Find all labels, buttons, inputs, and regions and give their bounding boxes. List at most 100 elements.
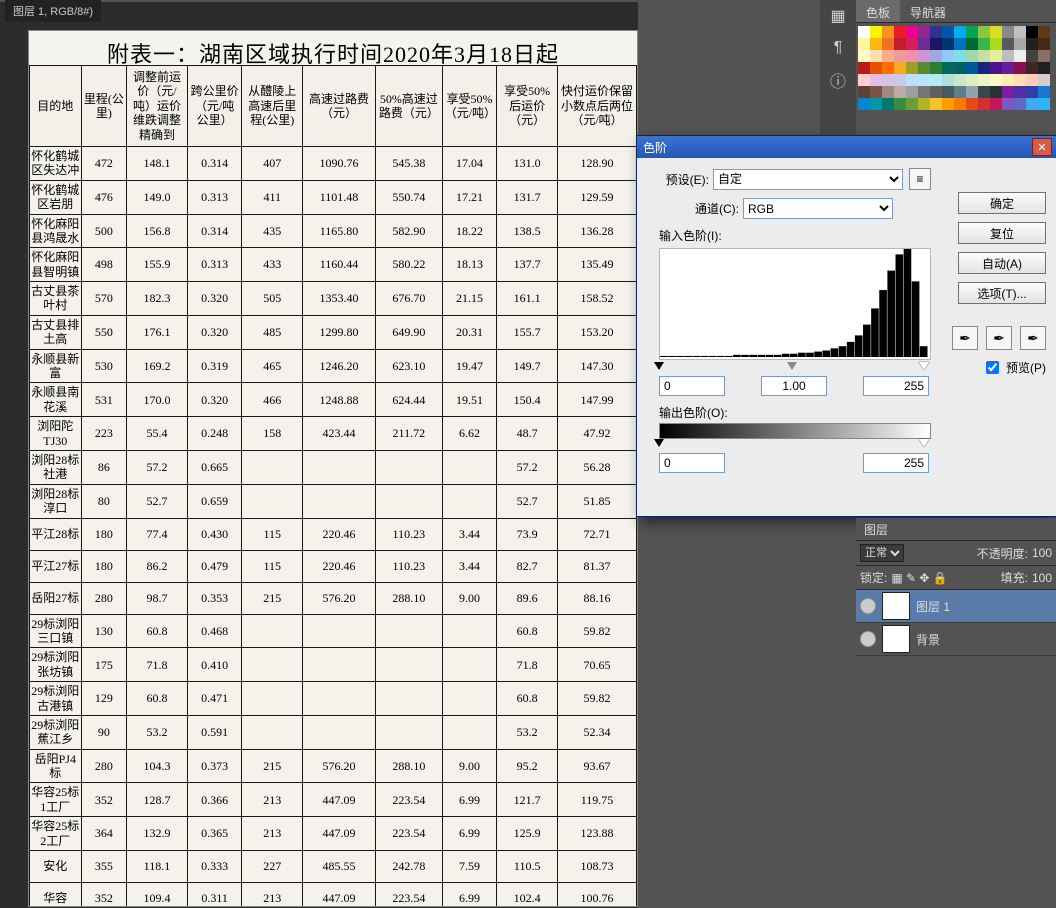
swatch[interactable] [1002,26,1014,38]
swatch[interactable] [918,38,930,50]
blend-mode-select[interactable]: 正常 [860,544,904,562]
swatch[interactable] [966,98,978,110]
fill-value[interactable]: 100 [1032,571,1052,585]
swatch[interactable] [1038,86,1050,98]
output-black-field[interactable] [659,453,725,473]
swatch[interactable] [918,98,930,110]
swatch[interactable] [882,50,894,62]
swatch[interactable] [954,26,966,38]
swatch[interactable] [990,74,1002,86]
swatch[interactable] [918,86,930,98]
black-point-handle[interactable] [654,362,664,370]
swatch[interactable] [1038,38,1050,50]
swatch[interactable] [1014,62,1026,74]
swatch[interactable] [978,38,990,50]
swatch[interactable] [942,38,954,50]
swatch[interactable] [1038,62,1050,74]
swatch[interactable] [1014,50,1026,62]
reset-button[interactable]: 复位 [958,222,1046,244]
visibility-icon[interactable] [860,598,876,614]
swatch[interactable] [978,62,990,74]
eyedropper-black-icon[interactable]: ✒ [952,326,978,350]
swatch[interactable] [918,74,930,86]
layers-tab[interactable]: 图层 [856,517,896,542]
swatch[interactable] [858,86,870,98]
layer-row[interactable]: 图层 1 [856,590,1056,623]
swatch[interactable] [1038,74,1050,86]
swatch[interactable] [1026,50,1038,62]
close-icon[interactable]: ✕ [1032,138,1052,156]
preset-select[interactable]: 自定 [713,169,903,190]
rail-text-icon[interactable]: ¶ [820,32,856,64]
tab-navigator[interactable]: 导航器 [900,0,956,22]
swatch[interactable] [918,50,930,62]
swatch[interactable] [942,50,954,62]
visibility-icon[interactable] [860,631,876,647]
channel-select[interactable]: RGB [743,198,893,219]
swatch[interactable] [882,86,894,98]
swatch[interactable] [990,98,1002,110]
swatch[interactable] [894,62,906,74]
options-button[interactable]: 选项(T)... [958,282,1046,304]
swatch[interactable] [1002,98,1014,110]
swatch[interactable] [906,74,918,86]
swatch[interactable] [978,98,990,110]
out-black-handle[interactable] [654,439,664,447]
lock-icons[interactable]: ▦ ✎ ✥ 🔒 [891,571,947,585]
gamma-handle[interactable] [787,362,797,370]
output-slider[interactable] [659,439,929,451]
swatch[interactable] [858,38,870,50]
auto-button[interactable]: 自动(A) [958,252,1046,274]
swatch[interactable] [966,38,978,50]
swatch[interactable] [894,38,906,50]
swatch[interactable] [1002,38,1014,50]
swatch[interactable] [990,50,1002,62]
swatch[interactable] [894,50,906,62]
swatch[interactable] [966,62,978,74]
swatch[interactable] [906,38,918,50]
swatch[interactable] [1038,26,1050,38]
output-white-field[interactable] [863,453,929,473]
swatch[interactable] [906,50,918,62]
swatch[interactable] [930,86,942,98]
swatch[interactable] [870,26,882,38]
swatch[interactable] [858,98,870,110]
swatch[interactable] [1002,86,1014,98]
swatch[interactable] [882,26,894,38]
swatch[interactable] [858,62,870,74]
swatch[interactable] [870,74,882,86]
opacity-value[interactable]: 100 [1032,546,1052,560]
swatch[interactable] [1014,38,1026,50]
swatch[interactable] [882,74,894,86]
swatch[interactable] [894,74,906,86]
swatch[interactable] [954,50,966,62]
swatch[interactable] [990,26,1002,38]
swatch[interactable] [870,62,882,74]
ok-button[interactable]: 确定 [958,192,1046,214]
swatch[interactable] [930,26,942,38]
swatch[interactable] [966,74,978,86]
swatch[interactable] [954,62,966,74]
swatch[interactable] [954,38,966,50]
swatch[interactable] [906,86,918,98]
layer-row[interactable]: 背景 [856,623,1056,656]
swatch[interactable] [1014,74,1026,86]
swatch[interactable] [942,74,954,86]
swatch[interactable] [978,50,990,62]
swatch[interactable] [1026,74,1038,86]
dialog-titlebar[interactable]: 色阶 ✕ [637,136,1056,158]
tab-swatches[interactable]: 色板 [856,0,900,22]
swatch[interactable] [858,50,870,62]
swatch[interactable] [942,86,954,98]
swatch[interactable] [882,62,894,74]
swatch[interactable] [870,86,882,98]
swatch[interactable] [1026,62,1038,74]
swatch[interactable] [942,98,954,110]
swatch[interactable] [870,98,882,110]
swatch[interactable] [906,62,918,74]
swatch[interactable] [918,62,930,74]
swatch[interactable] [870,38,882,50]
swatch[interactable] [906,26,918,38]
swatch[interactable] [1038,98,1050,110]
swatch[interactable] [894,86,906,98]
